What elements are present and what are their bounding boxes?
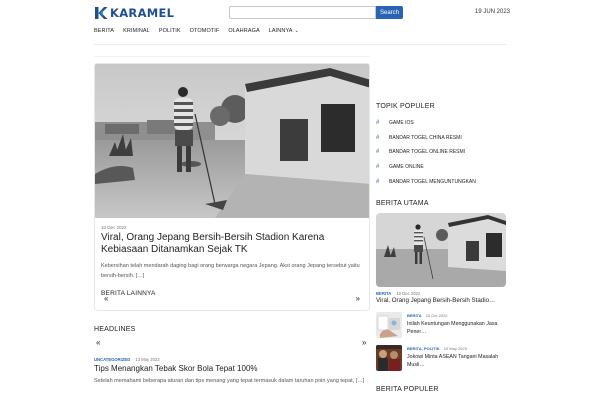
popular-topics-list: # GAME IOS # BANDAR TOGEL CHINA RESMI # BAN…	[376, 116, 506, 189]
hash-icon: #	[376, 164, 380, 171]
mini-news-meta: BERITA 15 Oct 2022	[407, 313, 448, 318]
news-thumbnail[interactable]	[376, 312, 402, 338]
hash-icon: #	[376, 149, 380, 156]
nav-item-berita[interactable]: BERITA	[94, 27, 114, 35]
chevron-down-icon: ⌄	[294, 28, 299, 34]
headlines-next-icon[interactable]: »	[362, 338, 366, 347]
popular-topics-title: TOPIK POPULER	[376, 103, 435, 110]
nav-item-olahraga[interactable]: OLAHRAGA	[228, 27, 259, 35]
mini-news-date: 10 May 2023	[443, 346, 467, 351]
topic-label: BANDAR TOGEL ONLINE RESMI	[389, 149, 466, 156]
list-item[interactable]: BERITA 15 Oct 2022 Inilah Keuntungan Men…	[376, 312, 506, 338]
headline-excerpt: Setelah memahami beberapa aturan dan tip…	[94, 378, 365, 384]
topic-label: GAME IOS	[389, 120, 414, 127]
headline-category[interactable]: UNCATEGORIZED	[94, 357, 130, 362]
main-news-image[interactable]	[376, 213, 506, 287]
topic-item[interactable]: # BANDAR TOGEL ONLINE RESMI	[376, 145, 506, 160]
featured-article-date: 10 Dec 2022	[101, 225, 127, 230]
main-news-meta: BERITA 10 Dec 2022	[376, 291, 420, 296]
topic-label: BANDAR TOGEL MENGUNTUNGKAN	[389, 178, 476, 185]
mini-news-date: 15 Oct 2022	[425, 313, 448, 318]
main-news-title: BERITA UTAMA	[376, 200, 429, 207]
hash-icon: #	[376, 178, 380, 185]
featured-article-image[interactable]	[95, 64, 370, 218]
mini-news-meta: BERITA, POLITIK 10 May 2023	[407, 346, 467, 351]
mini-news-category[interactable]: BERITA	[407, 313, 422, 318]
hash-icon: #	[376, 120, 380, 127]
search-input[interactable]	[229, 6, 376, 19]
hash-icon: #	[376, 134, 380, 141]
topic-item[interactable]: # GAME ONLINE	[376, 160, 506, 175]
main-news-category[interactable]: BERITA	[376, 291, 391, 296]
site-header: KARAMEL Search 19 JUN 2023 BERITA KRIMIN…	[0, 0, 600, 50]
headlines-prev-icon[interactable]: «	[96, 338, 100, 347]
main-nav: BERITA KRIMINAL POLITIK OTOMOTIF OLAHRAG…	[94, 27, 308, 35]
headlines-title: HEADLINES	[94, 326, 136, 333]
site-logo[interactable]: KARAMEL	[94, 6, 174, 20]
nav-item-kriminal[interactable]: KRIMINAL	[123, 27, 150, 35]
search-form: Search	[229, 6, 403, 19]
more-news-label[interactable]: BERITA LAINNYA	[101, 290, 156, 297]
headline-date: 13 May 2023	[135, 357, 160, 362]
topic-item[interactable]: # GAME IOS	[376, 116, 506, 131]
content-divider	[94, 56, 370, 57]
nav-item-lainnya-label: LAINNYA	[268, 28, 293, 34]
mini-news-title[interactable]: Inilah Keuntungan Menggunakan Jasa Pener…	[407, 320, 507, 336]
logo-mark-icon	[95, 7, 108, 19]
topic-item[interactable]: # BANDAR TOGEL MENGUNTUNGKAN	[376, 174, 506, 189]
search-button[interactable]: Search	[376, 6, 403, 19]
topic-item[interactable]: # BANDAR TOGEL CHINA RESMI	[376, 131, 506, 146]
topic-label: GAME ONLINE	[389, 164, 424, 171]
headline-title[interactable]: Tips Menangkan Tebak Skor Bola Tepat 100…	[94, 364, 258, 373]
nav-item-politik[interactable]: POLITIK	[159, 27, 181, 35]
main-news-date: 10 Dec 2022	[396, 291, 421, 296]
mini-news-title[interactable]: Jokowi Minta ASEAN Tangani Masalah Musli…	[407, 353, 507, 369]
topic-label: BANDAR TOGEL CHINA RESMI	[389, 134, 462, 141]
news-thumbnail[interactable]	[376, 345, 402, 371]
main-news-post-title[interactable]: Viral, Orang Jepang Bersih-Bersih Stadio…	[376, 297, 506, 304]
header-date: 19 JUN 2023	[475, 9, 511, 15]
headline-meta: UNCATEGORIZED 13 May 2023	[94, 357, 160, 362]
nav-divider	[94, 44, 506, 45]
featured-article-excerpt: Kebersihan telah mendarah daging bagi or…	[101, 263, 360, 279]
featured-article-card: 10 Dec 2022 Viral, Orang Jepang Bersih-B…	[94, 63, 370, 311]
list-item[interactable]: BERITA, POLITIK 10 May 2023 Jokowi Minta…	[376, 345, 506, 371]
nav-item-lainnya[interactable]: LAINNYA ⌄	[269, 27, 299, 35]
nav-item-otomotif[interactable]: OTOMOTIF	[190, 27, 220, 35]
popular-news-title: BERITA POPULER	[376, 386, 439, 393]
prev-arrow-icon[interactable]: «	[104, 294, 108, 303]
featured-article-title[interactable]: Viral, Orang Jepang Bersih-Bersih Stadio…	[101, 232, 369, 256]
next-arrow-icon[interactable]: »	[356, 294, 360, 303]
mini-news-category[interactable]: BERITA, POLITIK	[407, 346, 440, 351]
logo-text: KARAMEL	[110, 6, 175, 20]
